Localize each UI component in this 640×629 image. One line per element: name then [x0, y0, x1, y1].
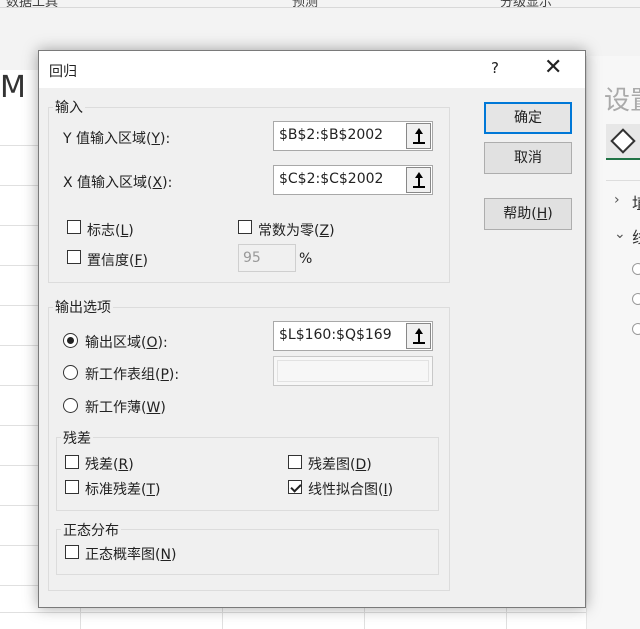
residuals-group-label: 残差 — [61, 428, 93, 448]
standardized-residuals-label[interactable]: 标准残差(T) — [85, 479, 161, 499]
line-fit-plots-checkbox[interactable] — [288, 480, 302, 494]
paint-bucket-icon — [610, 128, 636, 154]
y-range-field[interactable]: $B$2:$B$2002 — [273, 121, 433, 151]
formula-area — [0, 8, 640, 50]
pane-radio[interactable] — [632, 293, 640, 305]
input-group-label: 输入 — [53, 97, 85, 117]
standardized-residuals-checkbox[interactable] — [65, 480, 79, 494]
pane-section-line[interactable]: 线 — [632, 224, 640, 248]
normal-probability-group-label: 正态分布 — [61, 520, 121, 540]
labels-label[interactable]: 标志(L) — [87, 220, 134, 240]
grid-line — [0, 305, 40, 306]
regression-dialog: 回归 ? ✕ 输入 Y 值输入区域(Y): $B$2:$B$2002 X 值输入… — [38, 50, 586, 608]
fill-line-tab[interactable] — [606, 124, 640, 160]
grid-line — [0, 612, 640, 613]
normal-probability-plots-checkbox[interactable] — [65, 545, 79, 559]
collapse-dialog-button[interactable] — [406, 123, 431, 149]
residual-plots-label[interactable]: 残差图(D) — [308, 454, 372, 474]
output-group-label: 输出选项 — [53, 297, 113, 317]
confidence-label[interactable]: 置信度(F) — [87, 250, 148, 270]
x-range-value: $C$2:$C$2002 — [279, 171, 384, 187]
percent-sign: % — [299, 251, 313, 267]
grid-line — [0, 225, 40, 226]
pane-radio[interactable] — [632, 263, 640, 275]
grid-line — [0, 425, 40, 426]
new-workbook-label[interactable]: 新工作薄(W) — [85, 397, 166, 417]
grid-line — [0, 185, 40, 186]
chevron-down-icon[interactable]: ⌄ — [614, 226, 626, 242]
residual-plots-checkbox[interactable] — [288, 455, 302, 469]
ok-button[interactable]: 确定 — [484, 102, 572, 134]
output-range-radio[interactable] — [63, 333, 78, 348]
grid-line — [0, 545, 40, 546]
output-range-field[interactable]: $L$160:$Q$169 — [273, 321, 433, 351]
normal-probability-plots-label[interactable]: 正态概率图(N) — [85, 544, 176, 564]
grid-line — [0, 145, 40, 146]
ribbon-group-labels: 数据工具 预测 分级显示 — [0, 0, 640, 8]
residuals-group — [56, 437, 439, 511]
grid-line — [0, 465, 40, 466]
pane-radio[interactable] — [632, 323, 640, 335]
confidence-level-field: 95 — [238, 244, 296, 272]
x-range-label: X 值输入区域(X): — [63, 175, 173, 191]
grid-line — [0, 385, 40, 386]
help-button[interactable]: 帮助(H) — [484, 198, 572, 230]
new-worksheet-label[interactable]: 新工作表组(P): — [85, 364, 179, 384]
pane-divider — [606, 180, 640, 181]
ribbon-label-forecast: 预测 — [292, 0, 319, 8]
new-worksheet-name-field — [273, 356, 433, 386]
chevron-right-icon[interactable]: › — [614, 192, 620, 208]
dialog-title: 回归 — [49, 64, 77, 80]
x-range-field[interactable]: $C$2:$C$2002 — [273, 165, 433, 195]
collapse-dialog-button[interactable] — [406, 323, 431, 349]
collapse-dialog-button[interactable] — [406, 167, 431, 193]
new-workbook-radio[interactable] — [63, 398, 78, 413]
constant-zero-label[interactable]: 常数为零(Z) — [258, 220, 335, 240]
y-range-value: $B$2:$B$2002 — [279, 127, 384, 143]
cancel-button[interactable]: 取消 — [484, 142, 572, 174]
y-range-label: Y 值输入区域(Y): — [63, 131, 171, 147]
residuals-checkbox[interactable] — [65, 455, 79, 469]
grid-line — [0, 585, 40, 586]
confidence-checkbox[interactable] — [67, 250, 81, 264]
output-range-label[interactable]: 输出区域(O): — [85, 332, 168, 352]
help-icon[interactable]: ? — [491, 59, 499, 77]
grid-line — [0, 345, 40, 346]
ribbon-label-data-tools: 数据工具 — [6, 0, 59, 8]
close-icon[interactable]: ✕ — [544, 55, 562, 80]
confidence-level-value: 95 — [243, 250, 261, 266]
grid-line — [0, 505, 40, 506]
column-header-m[interactable]: M — [0, 70, 26, 105]
format-pane-title: 设置 — [604, 86, 640, 116]
labels-checkbox[interactable] — [67, 220, 81, 234]
ribbon-label-outline: 分级显示 — [500, 0, 553, 8]
pane-section-fill[interactable]: 埴 — [632, 190, 640, 214]
dialog-titlebar[interactable]: 回归 ? ✕ — [39, 51, 585, 88]
line-fit-plots-label[interactable]: 线性拟合图(I) — [308, 479, 393, 499]
new-worksheet-radio[interactable] — [63, 365, 78, 380]
residuals-label[interactable]: 残差(R) — [85, 454, 134, 474]
grid-line — [0, 265, 40, 266]
output-range-value: $L$160:$Q$169 — [279, 327, 392, 343]
constant-zero-checkbox[interactable] — [238, 220, 252, 234]
